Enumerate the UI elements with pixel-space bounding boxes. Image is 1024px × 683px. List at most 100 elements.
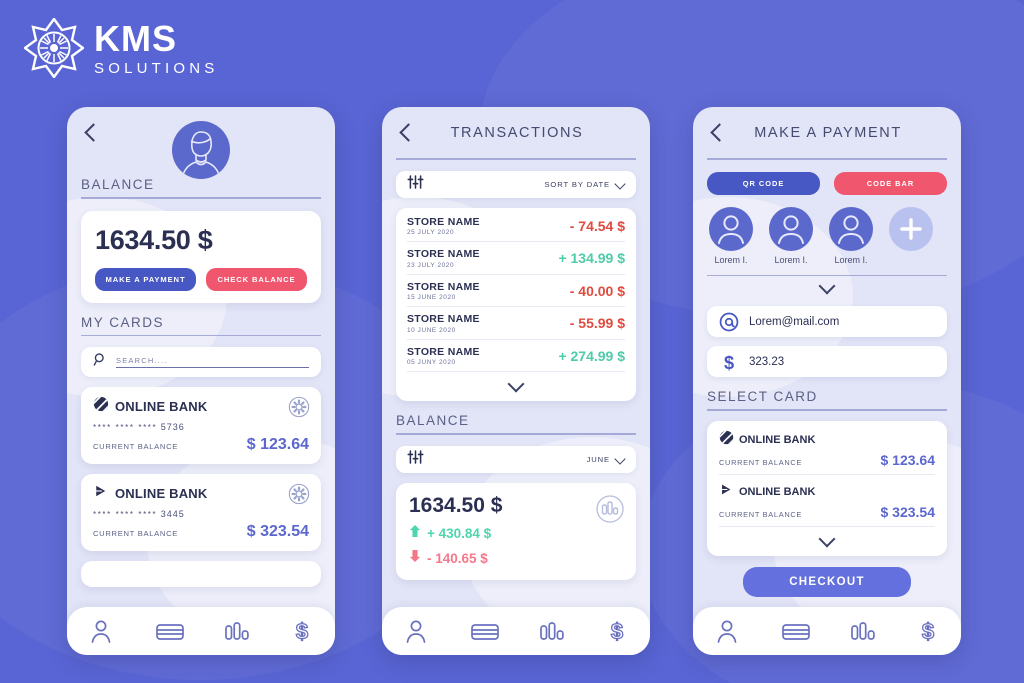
divider bbox=[707, 274, 947, 277]
balance-summary-card: 1634.50 $ + 430.84 $ - 140.65 $ bbox=[396, 482, 636, 580]
month-label-text: JUNE bbox=[586, 454, 610, 464]
add-contact-item[interactable] bbox=[887, 206, 935, 265]
sort-by-date-dropdown[interactable]: SORT BY DATE bbox=[544, 180, 625, 189]
bar-chart-icon[interactable] bbox=[848, 618, 875, 644]
transaction-row[interactable]: STORE NAME 23 JULY 2020 + 134.99 $ bbox=[407, 242, 625, 275]
select-card-section: SELECT CARD bbox=[707, 389, 947, 411]
transaction-amount: - 40.00 $ bbox=[569, 282, 625, 299]
transactions-list: STORE NAME 25 JULY 2020 - 74.54 $ STORE … bbox=[396, 207, 636, 402]
section-title-balance: BALANCE bbox=[81, 177, 155, 192]
expense-amount: - 140.65 $ bbox=[427, 550, 488, 566]
transaction-store: STORE NAME bbox=[407, 313, 480, 326]
qr-code-button[interactable]: QR CODE bbox=[707, 171, 820, 195]
phone-screen-make-payment: MAKE A PAYMENT QR CODE CODE BAR Lorem I. bbox=[693, 107, 961, 655]
contact-name: Lorem I. bbox=[774, 254, 808, 265]
bottom-navigation: $ bbox=[67, 607, 335, 655]
transaction-amount: + 134.99 $ bbox=[558, 250, 625, 267]
credit-card-icon[interactable] bbox=[470, 618, 499, 644]
svg-text:$: $ bbox=[921, 619, 933, 644]
bank-card-row[interactable]: ONLINE BANK **** **** **** 3445 CURRENT … bbox=[81, 474, 321, 552]
bar-chart-icon[interactable] bbox=[537, 618, 564, 644]
balance-section: BALANCE bbox=[81, 177, 321, 199]
search-placeholder: SEARCH.... bbox=[116, 356, 309, 369]
chevron-down-icon bbox=[819, 532, 835, 548]
card-number: **** **** **** 5736 bbox=[93, 422, 309, 432]
email-value: Lorem@mail.com bbox=[749, 315, 840, 328]
phone-screen-transactions: TRANSACTIONS SORT BY DATE STORE NAME 25 … bbox=[382, 107, 650, 655]
person-icon[interactable] bbox=[403, 618, 429, 644]
brand-name: KMS bbox=[94, 17, 177, 59]
play-triangle-logo-icon bbox=[93, 483, 109, 504]
transaction-row[interactable]: STORE NAME 10 JUNE 2020 - 55.99 $ bbox=[407, 307, 625, 340]
gear-icon[interactable] bbox=[288, 483, 310, 505]
gear-icon[interactable] bbox=[288, 396, 310, 418]
chevron-down-icon bbox=[508, 377, 524, 393]
code-bar-button[interactable]: CODE BAR bbox=[834, 171, 947, 195]
expand-contacts-button[interactable] bbox=[707, 276, 947, 297]
dollar-sign-icon: $ bbox=[719, 352, 739, 373]
show-more-transactions[interactable] bbox=[407, 372, 625, 401]
svg-text:$: $ bbox=[724, 353, 734, 372]
bar-chart-icon[interactable] bbox=[222, 618, 249, 644]
card-number: **** **** **** 3445 bbox=[93, 509, 309, 519]
search-icon bbox=[93, 352, 108, 372]
divider bbox=[396, 158, 636, 160]
arrow-down-icon bbox=[409, 549, 421, 568]
brand-logo: KMS SOLUTIONS bbox=[22, 16, 218, 80]
at-sign-icon bbox=[719, 312, 739, 332]
select-card-row[interactable]: ONLINE BANK CURRENT BALANCE $ 323.54 bbox=[719, 475, 935, 527]
card-balance: $ 123.64 bbox=[246, 436, 309, 454]
checkout-button[interactable]: CHECKOUT bbox=[743, 566, 911, 597]
balance-filter-bar[interactable]: JUNE bbox=[396, 445, 636, 473]
sliders-filter-icon[interactable] bbox=[407, 174, 424, 195]
transaction-date: 23 JULY 2020 bbox=[407, 261, 455, 269]
user-avatar-icon bbox=[829, 206, 873, 251]
sliders-filter-icon[interactable] bbox=[407, 449, 424, 470]
contact-item[interactable]: Lorem I. bbox=[707, 206, 755, 265]
transaction-amount: - 74.54 $ bbox=[569, 217, 625, 234]
transaction-row[interactable]: STORE NAME 25 JULY 2020 - 74.54 $ bbox=[407, 210, 625, 243]
screen1-header bbox=[81, 107, 321, 179]
person-icon[interactable] bbox=[88, 618, 114, 644]
bank-card-row[interactable]: ONLINE BANK **** **** **** 5736 CURRENT … bbox=[81, 387, 321, 465]
chevron-left-icon[interactable] bbox=[396, 123, 416, 143]
screen3-header: MAKE A PAYMENT bbox=[707, 107, 947, 153]
month-dropdown[interactable]: JUNE bbox=[587, 455, 625, 464]
contact-item[interactable]: Lorem I. bbox=[767, 206, 815, 265]
transaction-row[interactable]: STORE NAME 05 JUNY 2020 + 274.99 $ bbox=[407, 340, 625, 373]
check-balance-button[interactable]: CHECK BALANCE bbox=[206, 267, 307, 291]
credit-card-icon[interactable] bbox=[781, 618, 810, 644]
section-title-my-cards: MY CARDS bbox=[81, 314, 165, 330]
dollar-icon[interactable]: $ bbox=[604, 618, 630, 644]
dollar-icon[interactable]: $ bbox=[915, 618, 941, 644]
payment-mode-buttons: QR CODE CODE BAR bbox=[707, 171, 947, 195]
arrow-up-icon bbox=[409, 524, 421, 543]
user-avatar-icon[interactable] bbox=[172, 121, 230, 179]
search-input[interactable]: SEARCH.... bbox=[81, 347, 321, 378]
transaction-amount: - 55.99 $ bbox=[569, 315, 625, 332]
select-card-row[interactable]: ONLINE BANK CURRENT BALANCE $ 123.64 bbox=[719, 423, 935, 475]
chevron-left-icon[interactable] bbox=[81, 123, 101, 143]
transaction-row[interactable]: STORE NAME 15 JUNE 2020 - 40.00 $ bbox=[407, 275, 625, 308]
plus-icon bbox=[889, 206, 933, 251]
contact-item[interactable]: Lorem I. bbox=[827, 206, 875, 265]
card-number-mask: **** **** **** bbox=[93, 423, 158, 433]
transaction-date: 10 JUNE 2020 bbox=[407, 326, 456, 334]
bar-chart-icon[interactable] bbox=[596, 495, 624, 523]
page-title: MAKE A PAYMENT bbox=[754, 125, 902, 141]
show-more-cards[interactable] bbox=[719, 527, 935, 556]
bank-card-row-partial[interactable] bbox=[81, 561, 321, 588]
email-field[interactable]: Lorem@mail.com bbox=[707, 306, 947, 338]
dollar-icon[interactable]: $ bbox=[289, 618, 315, 644]
make-payment-button[interactable]: MAKE A PAYMENT bbox=[95, 267, 196, 291]
user-avatar-icon bbox=[769, 206, 813, 251]
phone-screen-balance: BALANCE 1634.50 $ MAKE A PAYMENT CHECK B… bbox=[67, 107, 335, 655]
transactions-filter-bar[interactable]: SORT BY DATE bbox=[396, 170, 636, 198]
card-number-mask: **** **** **** bbox=[93, 510, 158, 520]
chevron-left-icon[interactable] bbox=[707, 123, 727, 143]
sort-label-text: SORT BY DATE bbox=[544, 179, 610, 189]
credit-card-icon[interactable] bbox=[155, 618, 184, 644]
striped-circle-logo-icon bbox=[719, 430, 734, 450]
amount-field[interactable]: $ 323.23 bbox=[707, 346, 947, 378]
person-icon[interactable] bbox=[714, 618, 740, 644]
